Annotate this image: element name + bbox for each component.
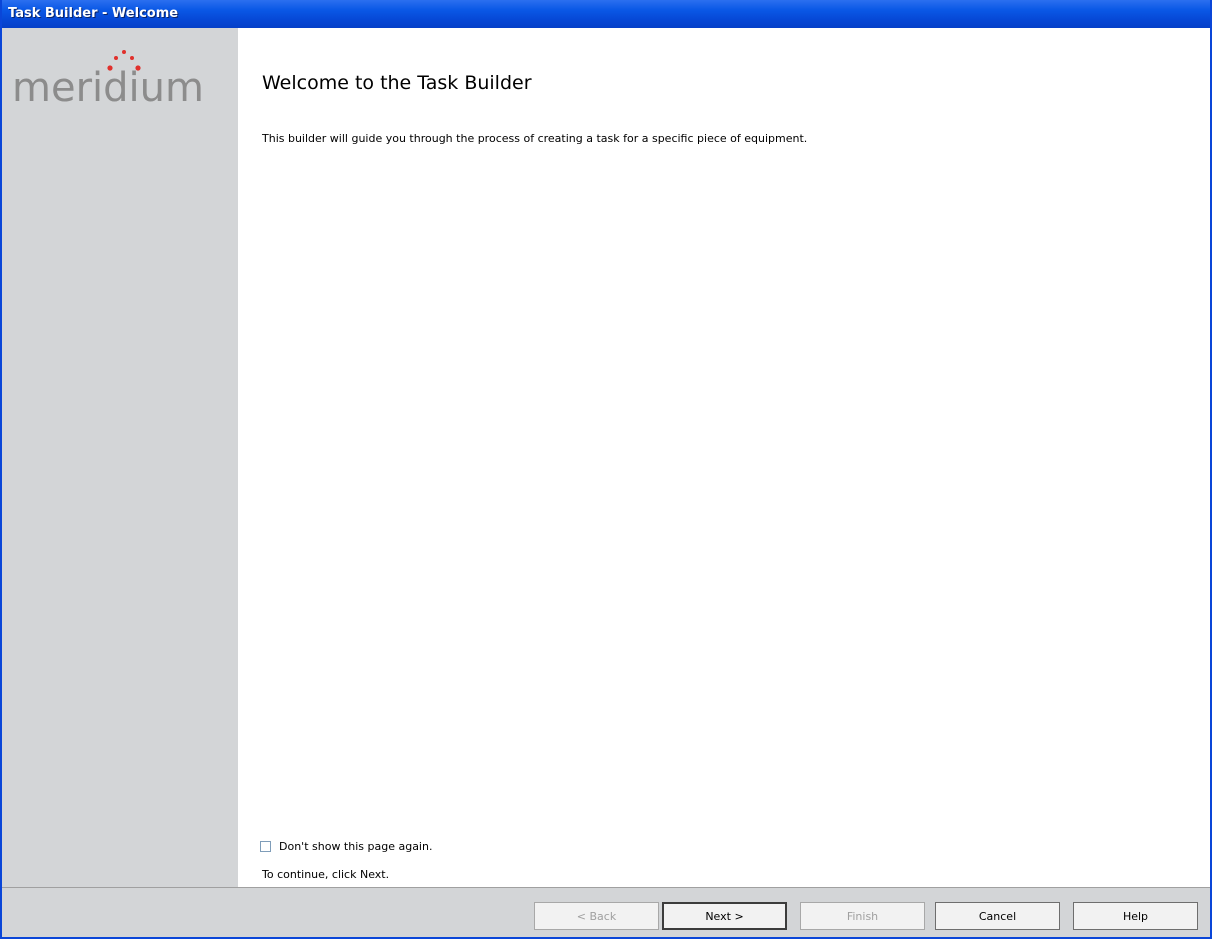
title-bar[interactable]: Task Builder - Welcome xyxy=(2,0,1210,28)
dont-show-again-label[interactable]: Don't show this page again. xyxy=(279,840,432,853)
dont-show-again-checkbox[interactable] xyxy=(260,841,271,852)
content-panel: Welcome to the Task Builder This builder… xyxy=(238,28,1210,888)
sidebar: meridium xyxy=(2,28,238,888)
meridium-logo: meridium xyxy=(12,48,232,118)
page-description: This builder will guide you through the … xyxy=(262,132,808,145)
help-button[interactable]: Help xyxy=(1073,902,1198,930)
dont-show-again-row[interactable]: Don't show this page again. xyxy=(260,840,432,853)
logo-text: meridium xyxy=(12,65,204,111)
next-button[interactable]: Next > xyxy=(662,902,787,930)
back-button[interactable]: < Back xyxy=(534,902,659,930)
button-bar: < Back Next > Finish Cancel Help xyxy=(2,887,1210,937)
continue-instruction: To continue, click Next. xyxy=(262,868,390,881)
task-builder-window: Task Builder - Welcome meridium Welcome … xyxy=(0,0,1212,939)
finish-button[interactable]: Finish xyxy=(800,902,925,930)
page-title: Welcome to the Task Builder xyxy=(262,72,532,94)
cancel-button[interactable]: Cancel xyxy=(935,902,1060,930)
